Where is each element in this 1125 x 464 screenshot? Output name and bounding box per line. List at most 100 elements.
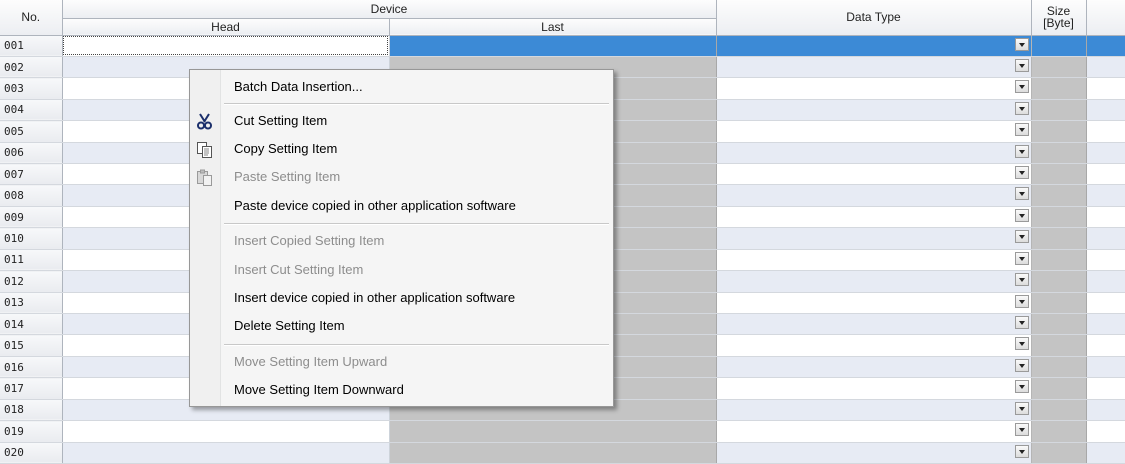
dropdown-arrow-icon[interactable] — [1014, 123, 1029, 137]
data-type-cell[interactable] — [716, 227, 1032, 250]
menu-item-batch-data-insertion[interactable]: Batch Data Insertion... — [190, 75, 613, 99]
row-number[interactable]: 013 — [0, 292, 63, 314]
row-number[interactable]: 002 — [0, 56, 63, 79]
data-type-cell[interactable] — [716, 99, 1032, 122]
dropdown-arrow-icon[interactable] — [1014, 423, 1029, 437]
data-type-cell[interactable] — [716, 356, 1032, 379]
menu-item-label: Move Setting Item Upward — [234, 354, 388, 369]
data-type-cell[interactable] — [716, 377, 1032, 400]
dropdown-arrow-icon[interactable] — [1014, 58, 1029, 72]
dropdown-arrow-icon[interactable] — [1014, 251, 1029, 265]
row-number[interactable]: 020 — [0, 442, 63, 464]
row-number[interactable]: 015 — [0, 334, 63, 357]
row-number[interactable]: 011 — [0, 249, 63, 272]
menu-item-copy-setting-item[interactable]: Copy Setting Item — [190, 137, 613, 161]
extra-cell — [1086, 377, 1125, 400]
device-head-cell[interactable] — [62, 442, 390, 464]
column-header-last[interactable]: Last — [389, 18, 717, 36]
data-type-cell[interactable] — [716, 334, 1032, 357]
extra-cell — [1086, 270, 1125, 293]
dropdown-arrow-icon[interactable] — [1014, 208, 1029, 222]
extra-cell — [1086, 184, 1125, 207]
dropdown-arrow-icon[interactable] — [1014, 444, 1029, 458]
menu-item-delete-setting-item[interactable]: Delete Setting Item — [190, 314, 613, 338]
data-type-cell[interactable] — [716, 206, 1032, 229]
size-cell — [1031, 399, 1087, 422]
dropdown-arrow-icon[interactable] — [1014, 37, 1029, 51]
row-number[interactable]: 009 — [0, 206, 63, 229]
column-header-head[interactable]: Head — [62, 18, 390, 36]
data-type-cell[interactable] — [716, 399, 1032, 422]
data-type-cell[interactable] — [716, 270, 1032, 293]
dropdown-arrow-icon[interactable] — [1014, 380, 1029, 394]
column-header-data-type[interactable]: Data Type — [716, 0, 1032, 36]
menu-item-move-downward[interactable]: Move Setting Item Downward — [190, 378, 613, 402]
data-type-cell[interactable] — [716, 142, 1032, 165]
row-number[interactable]: 012 — [0, 270, 63, 293]
dropdown-arrow-icon[interactable] — [1014, 187, 1029, 201]
dropdown-arrow-icon[interactable] — [1014, 315, 1029, 329]
menu-item-insert-copied-setting-item[interactable]: Insert Copied Setting Item — [190, 229, 613, 253]
menu-item-insert-cut-setting-item[interactable]: Insert Cut Setting Item — [190, 258, 613, 282]
dropdown-arrow-icon[interactable] — [1014, 230, 1029, 244]
device-head-cell[interactable] — [62, 420, 390, 443]
row-number[interactable]: 005 — [0, 120, 63, 143]
copy-icon — [196, 141, 213, 158]
device-head-cell[interactable] — [62, 35, 390, 57]
column-header-size[interactable]: Size [Byte] — [1031, 0, 1087, 36]
dropdown-arrow-icon[interactable] — [1014, 401, 1029, 415]
row-number[interactable]: 001 — [0, 35, 63, 57]
row-number[interactable]: 010 — [0, 227, 63, 250]
data-type-cell[interactable] — [716, 292, 1032, 314]
row-number[interactable]: 008 — [0, 184, 63, 207]
menu-item-label: Batch Data Insertion... — [234, 79, 363, 94]
dropdown-arrow-icon[interactable] — [1014, 358, 1029, 372]
data-type-cell[interactable] — [716, 163, 1032, 186]
data-type-cell[interactable] — [716, 120, 1032, 143]
table-row[interactable]: 019 — [0, 420, 1125, 443]
row-number[interactable]: 006 — [0, 142, 63, 165]
row-number[interactable]: 003 — [0, 77, 63, 100]
size-cell — [1031, 206, 1087, 229]
menu-item-cut-setting-item[interactable]: Cut Setting Item — [190, 109, 613, 133]
dropdown-arrow-icon[interactable] — [1014, 337, 1029, 351]
column-header-device[interactable]: Device — [62, 0, 717, 19]
menu-item-label: Move Setting Item Downward — [234, 382, 404, 397]
menu-item-move-upward[interactable]: Move Setting Item Upward — [190, 350, 613, 374]
table-row[interactable]: 020 — [0, 442, 1125, 464]
data-type-cell[interactable] — [716, 77, 1032, 100]
table-row[interactable]: 001 — [0, 35, 1125, 57]
dropdown-arrow-icon[interactable] — [1014, 273, 1029, 287]
size-cell — [1031, 270, 1087, 293]
row-number[interactable]: 017 — [0, 377, 63, 400]
menu-item-insert-device-copied[interactable]: Insert device copied in other applicatio… — [190, 286, 613, 310]
dropdown-arrow-icon[interactable] — [1014, 294, 1029, 308]
extra-cell — [1086, 163, 1125, 186]
size-cell — [1031, 184, 1087, 207]
row-number[interactable]: 016 — [0, 356, 63, 379]
data-type-cell[interactable] — [716, 35, 1032, 57]
dropdown-arrow-icon[interactable] — [1014, 80, 1029, 94]
menu-item-paste-device-copied[interactable]: Paste device copied in other application… — [190, 194, 613, 218]
row-number[interactable]: 019 — [0, 420, 63, 443]
row-number[interactable]: 018 — [0, 399, 63, 422]
row-number[interactable]: 004 — [0, 99, 63, 122]
size-cell — [1031, 334, 1087, 357]
data-type-cell[interactable] — [716, 442, 1032, 464]
data-type-cell[interactable] — [716, 420, 1032, 443]
menu-item-label: Delete Setting Item — [234, 318, 345, 333]
data-type-cell[interactable] — [716, 313, 1032, 336]
dropdown-arrow-icon[interactable] — [1014, 166, 1029, 180]
extra-cell — [1086, 99, 1125, 122]
column-header-no[interactable]: No. — [0, 0, 63, 36]
menu-item-paste-setting-item[interactable]: Paste Setting Item — [190, 165, 613, 189]
row-number[interactable]: 007 — [0, 163, 63, 186]
data-type-cell[interactable] — [716, 56, 1032, 79]
row-number[interactable]: 014 — [0, 313, 63, 336]
data-type-cell[interactable] — [716, 184, 1032, 207]
size-cell — [1031, 35, 1087, 57]
data-type-cell[interactable] — [716, 249, 1032, 272]
dropdown-arrow-icon[interactable] — [1014, 144, 1029, 158]
size-cell — [1031, 292, 1087, 314]
dropdown-arrow-icon[interactable] — [1014, 101, 1029, 115]
